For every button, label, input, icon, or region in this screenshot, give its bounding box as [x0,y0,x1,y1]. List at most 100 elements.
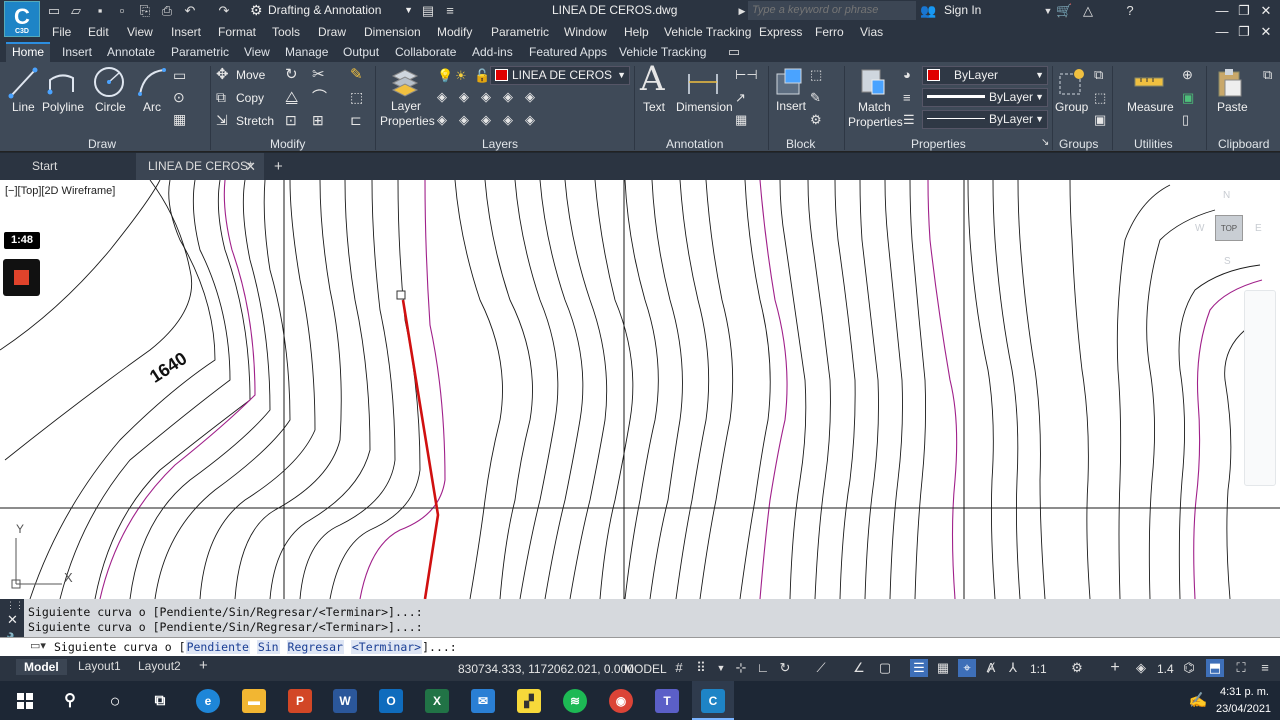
user-icon[interactable]: 👥 [920,3,936,19]
windows-start-icon[interactable] [17,693,33,709]
stretch-tool[interactable]: Stretch [236,114,274,128]
layer-tool-icon[interactable]: ◈ [481,90,491,103]
workspace-selector[interactable]: ⚙ Drafting & Annotation ▼ [250,1,415,20]
paste-icon[interactable] [1215,66,1245,98]
lineweight-toggle-icon[interactable]: ☰ [910,659,928,677]
layer-tool-icon[interactable]: ◈ [525,113,535,126]
chevron-down-icon[interactable]: ▼ [1040,3,1056,19]
draw-panel-title[interactable]: Draw [88,137,116,151]
restore-icon[interactable]: ❐ [1234,1,1254,20]
menu-vias[interactable]: Vias [860,25,883,39]
compass-west[interactable]: W [1195,223,1204,234]
groups-panel-title[interactable]: Groups [1059,137,1098,151]
edit-block-icon[interactable]: ✎ [810,91,821,104]
customization-icon[interactable]: ≡ [1256,659,1274,677]
app-logo[interactable]: C C3D [4,1,40,37]
spotify-icon[interactable]: ≋ [563,689,587,713]
attribute-icon[interactable]: ⚙ [810,113,822,126]
clock-date[interactable]: 23/04/2021 [1216,703,1271,715]
menu-help[interactable]: Help [624,25,649,39]
linetype-dropdown[interactable]: ByLayer ▼ [922,110,1048,129]
dialog-launcher-icon[interactable]: ↘ [1041,138,1049,148]
menu-file[interactable]: File [52,25,71,39]
open-folder-icon[interactable]: ▱ [68,3,84,19]
ungroup-icon[interactable]: ⧉ [1094,68,1103,81]
object-snap-icon[interactable]: ▢ [876,659,894,677]
lineweight-dropdown[interactable]: ByLayer ▼ [922,88,1048,107]
powerpoint-icon[interactable]: P [288,689,312,713]
fillet-icon[interactable]: ⌒ [312,90,327,105]
tab-manage[interactable]: Manage [279,44,334,60]
polyline-tool-label[interactable]: Polyline [42,100,84,114]
annotation-panel-title[interactable]: Annotation [666,137,723,151]
match-properties-icon[interactable] [858,66,888,98]
measure-icon[interactable] [1133,70,1165,94]
text-tool-label[interactable]: Text [643,100,665,114]
tab-layout1[interactable]: Layout1 [72,659,127,673]
stop-recording-button[interactable] [3,259,40,296]
circle-icon[interactable] [93,66,125,98]
pen-icon[interactable]: ✍ [1186,689,1210,713]
isolate-objects-icon[interactable]: ⌬ [1180,659,1198,677]
tab-home[interactable]: Home [6,42,51,62]
circle-tool-label[interactable]: Circle [95,100,126,114]
group-edit-icon[interactable]: ⬚ [1094,91,1106,104]
compass-east[interactable]: E [1255,223,1262,234]
doc-minimize-icon[interactable]: — [1212,22,1232,41]
rotate-icon[interactable]: ↻ [285,67,298,82]
option-terminar[interactable]: <Terminar> [350,640,423,654]
group-tool-label[interactable]: Group [1055,100,1088,114]
annotation-visibility-icon[interactable]: Ⱥ [982,659,1000,677]
auto-scale-icon[interactable]: ⅄ [1004,659,1022,677]
text-icon[interactable]: A [640,62,665,96]
layers-panel-title[interactable]: Layers [482,137,518,151]
layer-tool-icon[interactable]: ◈ [459,113,469,126]
search-icon[interactable]: ⚲ [58,689,82,713]
layer-tool-icon[interactable]: ◈ [503,113,513,126]
plot-icon[interactable]: ⎙ [159,3,175,19]
hatch-icon[interactable]: ▦ [173,112,186,126]
excel-icon[interactable]: X [425,689,449,713]
grid-icon[interactable]: # [670,659,688,677]
erase-icon[interactable]: ✎ [350,67,363,82]
chrome-icon[interactable]: ◉ [609,689,633,713]
insert-tool-label[interactable]: Insert [776,99,806,113]
copy-tool[interactable]: Copy [236,91,264,105]
file-explorer-icon[interactable]: ▬ [242,689,266,713]
close-tab-icon[interactable]: ✕ [245,153,256,180]
annotation-scale[interactable]: 1:1 [1030,662,1047,676]
cortana-icon[interactable]: ○ [103,689,127,713]
ellipse-icon[interactable]: ⊙ [173,90,185,104]
help-icon[interactable]: ? [1122,3,1138,19]
menu-parametric[interactable]: Parametric [491,25,549,39]
drawing-canvas[interactable]: 1640 Y X [−][Top][2D Wireframe] 1:48 N W… [0,180,1280,599]
snap-icon[interactable]: ⠿ [692,659,710,677]
task-view-icon[interactable]: ⧉ [148,689,172,713]
quick-select-icon[interactable]: ⊕ [1182,68,1193,81]
layer-dropdown[interactable]: LINEA DE CEROS ▼ [490,66,630,85]
search-input[interactable] [748,1,916,20]
create-block-icon[interactable]: ⬚ [810,68,822,81]
menu-window[interactable]: Window [564,25,607,39]
menu-modify[interactable]: Modify [437,25,472,39]
redo-icon[interactable]: ↷ [216,3,232,19]
tab-start[interactable]: Start [20,153,130,180]
mail-icon[interactable]: ✉ [471,689,495,713]
layer-properties-icon[interactable] [390,66,420,98]
coordinates-readout[interactable]: 830734.333, 1172062.021, 0.000 [458,662,634,676]
option-sin[interactable]: Sin [256,640,280,654]
transparency-icon[interactable]: ▦ [934,659,952,677]
group-icon[interactable] [1057,66,1087,98]
layer-properties-label-1[interactable]: Layer [391,99,421,113]
outlook-icon[interactable]: O [379,689,403,713]
a360-icon[interactable]: △ [1080,3,1096,19]
minimize-icon[interactable]: — [1212,1,1232,20]
match-properties-label-2[interactable]: Properties [848,115,903,129]
menu-edit[interactable]: Edit [88,25,109,39]
sign-in-link[interactable]: Sign In [944,3,981,17]
viewcube[interactable]: N W E S TOP [1190,188,1270,268]
object-snap-tracking-icon[interactable]: ∠ [850,659,868,677]
menu-format[interactable]: Format [218,25,256,39]
teams-icon[interactable]: T [655,689,679,713]
tab-layout2[interactable]: Layout2 [132,659,187,673]
